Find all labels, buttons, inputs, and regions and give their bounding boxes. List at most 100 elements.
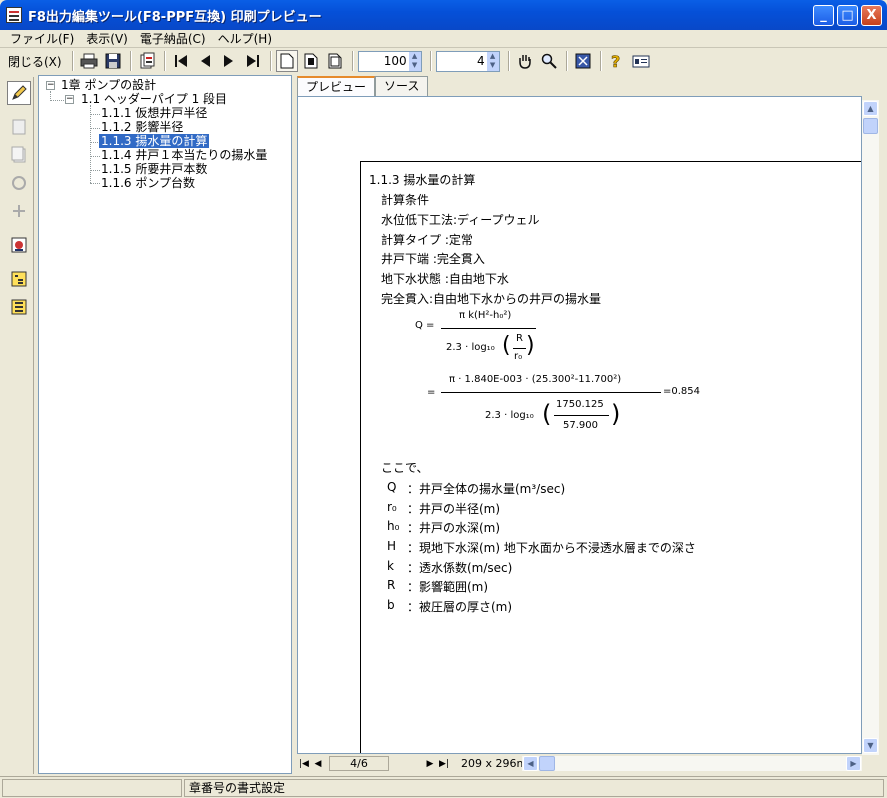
- doc-line: 井戸下端 :完全貫入: [381, 252, 485, 266]
- next-page-icon[interactable]: [218, 50, 240, 72]
- edit-pen-icon[interactable]: [7, 81, 31, 105]
- def-desc: ：影響範囲(m): [407, 580, 489, 594]
- fit-page-icon[interactable]: [572, 50, 594, 72]
- chapter-tree[interactable]: − 1章 ポンプの設計 − 1.1 ヘッダーパイプ 1 段目 1.1.1 仮想井…: [38, 75, 292, 774]
- frac2-den: 57.900: [563, 420, 598, 431]
- scroll-right-arrow[interactable]: ▶: [846, 756, 861, 771]
- menu-bar: ファイル(F) 表示(V) 電子納品(C) ヘルプ(H): [0, 30, 887, 48]
- horizontal-scrollbar[interactable]: ◀ ▶: [522, 756, 862, 771]
- tree-item[interactable]: 1.1.4 井戸１本当たりの揚水量: [101, 148, 267, 162]
- menu-view[interactable]: 表示(V): [80, 30, 134, 47]
- collapse-toggle-child[interactable]: −: [65, 95, 74, 104]
- nav-last-icon[interactable]: ▶|: [437, 759, 451, 769]
- tree-item[interactable]: 1.1.2 影響半径: [101, 120, 183, 134]
- def-symbol: k: [387, 559, 394, 573]
- zoom-stepper[interactable]: ▲▼: [357, 50, 422, 72]
- page-up-arrow[interactable]: ▲: [487, 52, 499, 62]
- def-symbol: Q: [387, 480, 397, 494]
- def-desc: ：井戸の半径(m): [407, 502, 501, 516]
- maximize-button[interactable]: □: [837, 5, 858, 26]
- def-desc: ：井戸全体の揚水量(m³/sec): [407, 482, 566, 496]
- paren-right: ): [526, 333, 535, 358]
- zoom-input[interactable]: [358, 51, 409, 71]
- hscroll-thumb[interactable]: [539, 756, 555, 771]
- page-copy-icon[interactable]: [7, 143, 31, 167]
- scroll-down-arrow[interactable]: ▼: [863, 738, 878, 753]
- outline-tree-icon[interactable]: [7, 295, 31, 319]
- page-heading: 1.1.3 揚水量の計算: [369, 173, 476, 187]
- about-card-icon[interactable]: [630, 50, 652, 72]
- nav-first-icon[interactable]: |◀: [297, 759, 311, 769]
- object-tool-icon[interactable]: [7, 171, 31, 195]
- print-icon[interactable]: [78, 50, 100, 72]
- format-tool-icon[interactable]: [7, 233, 31, 257]
- doc-line: 完全貫入:自由地下水からの井戸の揚水量: [381, 292, 602, 306]
- tree-item[interactable]: 1.1.1 仮想井戸半径: [101, 106, 207, 120]
- frac2-num: 1750.125: [556, 399, 604, 410]
- nav-next-icon[interactable]: ▶: [423, 759, 437, 769]
- formula-q: Q =: [415, 320, 435, 331]
- magnifier-icon[interactable]: [538, 50, 560, 72]
- formula-numerator-2: π · 1.840E-003 · (25.300²-11.700²): [449, 374, 622, 385]
- toolbar: 閉じる(X) ▲▼ ▲▼ ?: [0, 48, 887, 74]
- doc-line: 水位低下工法:ディープウェル: [381, 213, 540, 227]
- where-label: ここで、: [381, 461, 429, 475]
- window-title: F8出力編集ツール(F8-PPF互換) 印刷プレビュー: [28, 9, 322, 25]
- tree-root[interactable]: 1章 ポンプの設計: [61, 78, 156, 92]
- zoom-down-arrow[interactable]: ▼: [409, 61, 421, 71]
- svg-text:?: ?: [611, 52, 620, 70]
- tab-source[interactable]: ソース: [375, 76, 429, 96]
- tree-item[interactable]: 1.1.5 所要井戸本数: [101, 162, 207, 176]
- page-input[interactable]: [436, 51, 487, 71]
- menu-e-delivery[interactable]: 電子納品(C): [134, 30, 212, 47]
- chapter-tree-icon[interactable]: [7, 267, 31, 291]
- save-icon[interactable]: [102, 50, 124, 72]
- view-tabs: プレビュー ソース: [297, 76, 429, 97]
- close-window-button[interactable]: X: [861, 5, 882, 26]
- doc-line: 計算条件: [381, 193, 430, 207]
- single-page-view-icon[interactable]: [275, 50, 298, 72]
- preview-pane[interactable]: 1.1.3 揚水量の計算 計算条件 水位低下工法:ディープウェル 計算タイプ :…: [297, 96, 862, 754]
- minimize-button[interactable]: _: [813, 5, 834, 26]
- formula-denominator-1: 2.3 · log₁₀: [446, 342, 495, 353]
- page-down-arrow[interactable]: ▼: [487, 61, 499, 71]
- tree-item[interactable]: 1.1.6 ポンプ台数: [101, 176, 195, 190]
- help-icon[interactable]: ?: [606, 50, 628, 72]
- menu-help[interactable]: ヘルプ(H): [212, 30, 278, 47]
- status-cell-empty: [2, 778, 182, 797]
- title-bar: F8出力編集ツール(F8-PPF互換) 印刷プレビュー _ □ X: [0, 0, 887, 30]
- menu-file[interactable]: ファイル(F): [4, 30, 80, 47]
- vertical-scrollbar[interactable]: ▲ ▼: [862, 100, 879, 755]
- prev-page-icon[interactable]: [194, 50, 216, 72]
- def-symbol: r₀: [387, 500, 397, 514]
- formula-eq: =: [427, 387, 436, 398]
- multi-page-view-icon[interactable]: [324, 50, 346, 72]
- tree-child[interactable]: 1.1 ヘッダーパイプ 1 段目: [81, 92, 227, 106]
- first-page-icon[interactable]: [170, 50, 192, 72]
- symbol-tool-icon[interactable]: [7, 199, 31, 223]
- formula-result: =0.854: [663, 386, 701, 397]
- zoom-up-arrow[interactable]: ▲: [409, 52, 421, 62]
- page-indicator: 4/6: [329, 756, 389, 771]
- def-desc: ：井戸の水深(m): [407, 521, 501, 535]
- scroll-left-arrow[interactable]: ◀: [523, 756, 538, 771]
- hand-pan-icon[interactable]: [514, 50, 536, 72]
- export-pages-icon[interactable]: [136, 50, 158, 72]
- doc-line: 地下水状態 :自由地下水: [381, 272, 509, 286]
- collapse-toggle-root[interactable]: −: [46, 81, 55, 90]
- close-preview-button[interactable]: 閉じる(X): [4, 50, 66, 72]
- page-stepper[interactable]: ▲▼: [435, 50, 500, 72]
- page-style-icon[interactable]: [7, 115, 31, 139]
- paren-left: (: [502, 333, 511, 358]
- def-symbol: h₀: [387, 519, 400, 533]
- status-bar: 章番号の書式設定: [0, 776, 887, 798]
- tab-preview[interactable]: プレビュー: [297, 76, 376, 97]
- nav-prev-icon[interactable]: ◀: [311, 759, 325, 769]
- two-page-view-icon[interactable]: [300, 50, 322, 72]
- tree-item-selected[interactable]: 1.1.3 揚水量の計算: [97, 133, 211, 149]
- def-symbol: b: [387, 598, 395, 612]
- scroll-thumb[interactable]: [863, 118, 878, 134]
- last-page-icon[interactable]: [242, 50, 264, 72]
- scroll-up-arrow[interactable]: ▲: [863, 101, 878, 116]
- formula-numerator-1: π k(H²-h₀²): [459, 310, 512, 321]
